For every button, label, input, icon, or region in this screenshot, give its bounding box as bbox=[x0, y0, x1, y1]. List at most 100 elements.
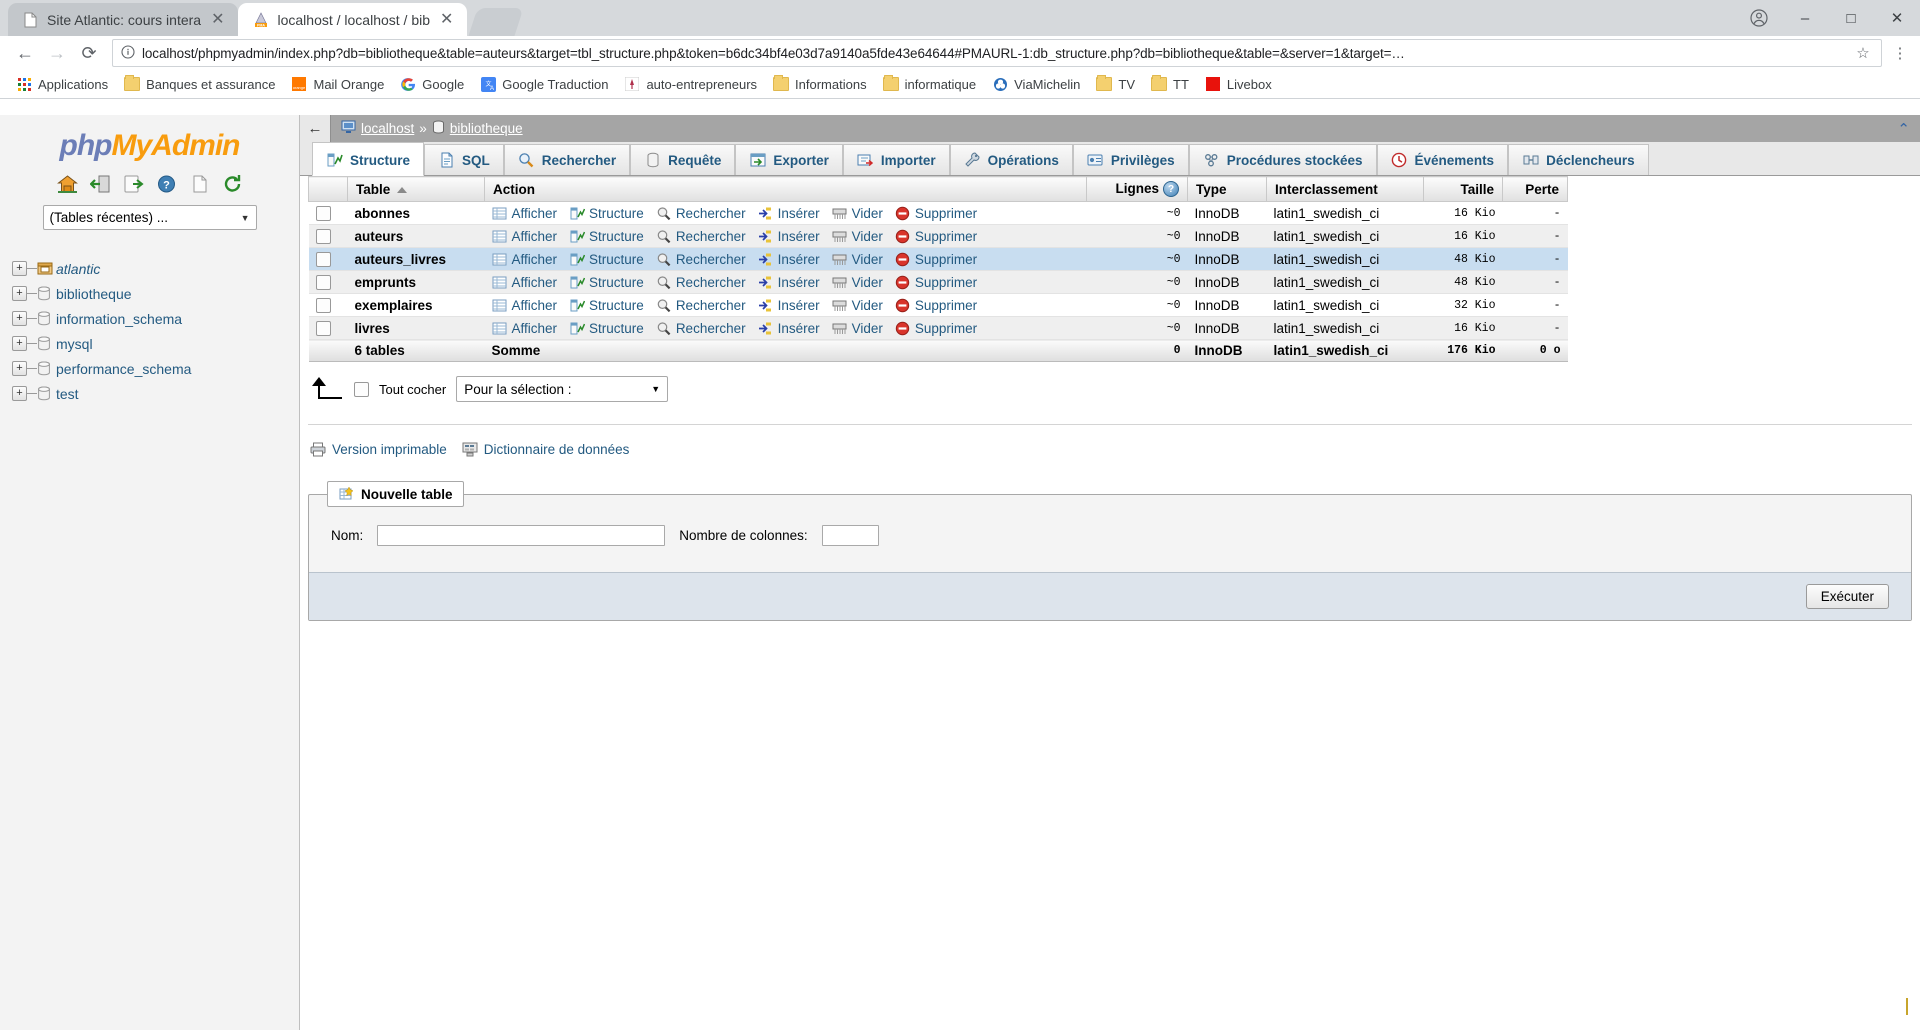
logout-icon[interactable] bbox=[89, 173, 111, 195]
docs-icon[interactable] bbox=[188, 173, 210, 195]
account-icon[interactable] bbox=[1736, 0, 1782, 36]
action-supprimer[interactable]: Supprimer bbox=[895, 297, 989, 313]
row-checkbox[interactable] bbox=[315, 298, 331, 314]
action-supprimer[interactable]: Supprimer bbox=[895, 251, 989, 267]
table-row[interactable]: auteurs Afficher Structure Rechercher In… bbox=[308, 224, 1568, 249]
action-structure[interactable]: Structure bbox=[569, 297, 656, 313]
tab-privileges[interactable]: Privilèges bbox=[1072, 144, 1189, 175]
browser-tab-2[interactable]: PMA localhost / localhost / bib ✕ bbox=[238, 3, 468, 36]
table-row[interactable]: abonnes Afficher Structure Rechercher In… bbox=[308, 201, 1568, 226]
action-inserer[interactable]: Insérer bbox=[758, 274, 832, 290]
info-circle-icon[interactable] bbox=[121, 44, 135, 62]
table-name[interactable]: auteurs bbox=[347, 224, 485, 249]
header-interclassement[interactable]: Interclassement bbox=[1266, 176, 1424, 203]
table-row[interactable]: emprunts Afficher Structure Rechercher I… bbox=[308, 270, 1568, 295]
action-rechercher[interactable]: Rechercher bbox=[656, 251, 758, 267]
row-checkbox[interactable] bbox=[315, 252, 331, 268]
action-rechercher[interactable]: Rechercher bbox=[656, 274, 758, 290]
expand-icon[interactable]: + bbox=[12, 361, 27, 376]
tab-requete[interactable]: Requête bbox=[630, 144, 736, 175]
tab-importer[interactable]: Importer bbox=[842, 144, 950, 175]
bookmark-banques[interactable]: Banques et assurance bbox=[116, 74, 283, 94]
action-inserer[interactable]: Insérer bbox=[758, 297, 832, 313]
close-window-button[interactable]: ✕ bbox=[1874, 0, 1920, 36]
action-vider[interactable]: Vider bbox=[832, 228, 895, 244]
db-item-atlantic[interactable]: + atlantic bbox=[12, 256, 299, 281]
action-afficher[interactable]: Afficher bbox=[492, 251, 570, 267]
console-icon[interactable] bbox=[1906, 998, 1908, 1015]
breadcrumb-database[interactable]: bibliotheque bbox=[450, 121, 523, 136]
expand-icon[interactable]: + bbox=[12, 386, 27, 401]
new-table-name-input[interactable] bbox=[377, 525, 666, 547]
action-supprimer[interactable]: Supprimer bbox=[895, 320, 989, 336]
address-bar[interactable]: localhost/phpmyadmin/index.php?db=biblio… bbox=[112, 39, 1882, 67]
action-structure[interactable]: Structure bbox=[569, 274, 656, 290]
db-item-information-schema[interactable]: + information_schema bbox=[12, 306, 299, 331]
expand-icon[interactable]: + bbox=[12, 261, 27, 276]
table-name[interactable]: emprunts bbox=[347, 270, 485, 295]
check-all-checkbox[interactable] bbox=[354, 381, 369, 397]
row-checkbox-cell[interactable] bbox=[308, 224, 348, 249]
table-name[interactable]: livres bbox=[347, 316, 485, 341]
bookmark-google[interactable]: Google bbox=[392, 74, 472, 94]
bookmark-tv[interactable]: TV bbox=[1088, 74, 1143, 94]
table-row[interactable]: livres Afficher Structure Rechercher Ins… bbox=[308, 316, 1568, 341]
action-rechercher[interactable]: Rechercher bbox=[656, 228, 758, 244]
minimize-button[interactable]: – bbox=[1782, 0, 1828, 36]
db-item-mysql[interactable]: + mysql bbox=[12, 331, 299, 356]
printable-version-link[interactable]: Version imprimable bbox=[310, 441, 455, 457]
action-vider[interactable]: Vider bbox=[832, 274, 895, 290]
action-rechercher[interactable]: Rechercher bbox=[656, 297, 758, 313]
row-checkbox-cell[interactable] bbox=[308, 247, 348, 272]
execute-button[interactable]: Exécuter bbox=[1805, 584, 1889, 610]
new-table-columns-input[interactable] bbox=[821, 525, 879, 547]
close-icon[interactable]: ✕ bbox=[438, 11, 455, 28]
bookmark-livebox[interactable]: Livebox bbox=[1197, 74, 1280, 94]
bookmark-informations[interactable]: Informations bbox=[765, 74, 875, 94]
db-item-performance-schema[interactable]: + performance_schema bbox=[12, 356, 299, 381]
tab-declencheurs[interactable]: Déclencheurs bbox=[1508, 144, 1649, 175]
row-checkbox-cell[interactable] bbox=[308, 201, 348, 226]
tab-operations[interactable]: Opérations bbox=[949, 144, 1073, 175]
maximize-button[interactable]: □ bbox=[1828, 0, 1874, 36]
table-name[interactable]: auteurs_livres bbox=[347, 247, 485, 272]
tab-structure[interactable]: Structure bbox=[312, 142, 425, 176]
phpmyadmin-logo[interactable]: phpMyAdmin bbox=[0, 121, 299, 167]
home-icon[interactable] bbox=[56, 173, 78, 195]
action-afficher[interactable]: Afficher bbox=[492, 297, 570, 313]
bookmark-mail-orange[interactable]: orange Mail Orange bbox=[283, 74, 392, 94]
bookmark-viamichelin[interactable]: ViaMichelin bbox=[984, 74, 1088, 94]
row-checkbox[interactable] bbox=[315, 321, 331, 337]
action-rechercher[interactable]: Rechercher bbox=[656, 320, 758, 336]
tab-exporter[interactable]: Exporter bbox=[735, 144, 843, 175]
action-afficher[interactable]: Afficher bbox=[492, 274, 570, 290]
action-inserer[interactable]: Insérer bbox=[758, 320, 832, 336]
data-dictionary-link[interactable]: Dictionnaire de données bbox=[462, 441, 638, 457]
table-name[interactable]: exemplaires bbox=[347, 293, 485, 318]
header-type[interactable]: Type bbox=[1187, 176, 1267, 203]
action-structure[interactable]: Structure bbox=[569, 205, 656, 221]
row-checkbox[interactable] bbox=[315, 275, 331, 291]
row-checkbox-cell[interactable] bbox=[308, 293, 348, 318]
bookmark-auto-entrepreneurs[interactable]: auto-entrepreneurs bbox=[616, 74, 765, 94]
action-supprimer[interactable]: Supprimer bbox=[895, 274, 989, 290]
with-selected-select[interactable]: Pour la sélection : ▼ bbox=[456, 376, 669, 403]
header-taille[interactable]: Taille bbox=[1423, 176, 1503, 203]
header-table[interactable]: Table bbox=[347, 176, 485, 203]
header-lignes[interactable]: Lignes? bbox=[1086, 176, 1188, 203]
close-icon[interactable]: ✕ bbox=[209, 11, 226, 28]
db-item-test[interactable]: + test bbox=[12, 381, 299, 406]
expand-icon[interactable]: + bbox=[12, 311, 27, 326]
bookmark-star-icon[interactable]: ☆ bbox=[1853, 44, 1873, 62]
action-rechercher[interactable]: Rechercher bbox=[656, 205, 758, 221]
new-tab-button[interactable] bbox=[468, 8, 524, 36]
console-toggle[interactable] bbox=[1906, 998, 1908, 1015]
action-structure[interactable]: Structure bbox=[569, 228, 656, 244]
reload-icon[interactable]: ⟳ bbox=[74, 38, 104, 68]
row-checkbox-cell[interactable] bbox=[308, 316, 348, 341]
bookmark-google-traduction[interactable]: 文A Google Traduction bbox=[472, 74, 616, 94]
bookmark-tt[interactable]: TT bbox=[1143, 74, 1197, 94]
table-row[interactable]: auteurs_livres Afficher Structure Recher… bbox=[308, 247, 1568, 272]
recent-tables-select[interactable]: (Tables récentes) ... ▼ bbox=[42, 205, 257, 230]
help-circle-icon[interactable]: ? bbox=[1163, 181, 1179, 198]
